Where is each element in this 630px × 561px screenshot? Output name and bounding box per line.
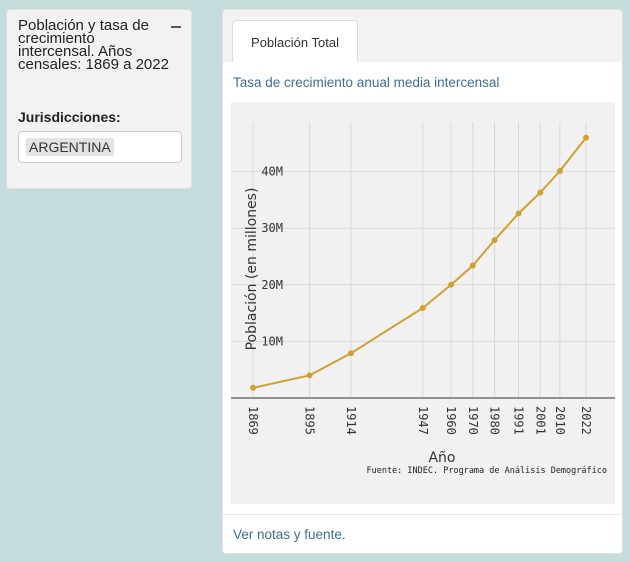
x-tick-label: 1980 xyxy=(488,406,502,435)
data-point xyxy=(556,168,563,175)
y-tick-label: 30M xyxy=(261,221,283,235)
x-tick-label: 1947 xyxy=(416,406,430,435)
data-point xyxy=(491,237,498,244)
main-panel: Población Total Tasa de crecimiento anua… xyxy=(222,9,623,554)
x-tick-label: 1960 xyxy=(444,406,458,435)
population-chart: 10M 20M 30M 40M 1869 1895 1914 1947 1960 1970 1980… xyxy=(231,122,615,476)
jurisdictions-select[interactable]: ARGENTINA xyxy=(18,131,182,163)
minus-icon[interactable] xyxy=(169,20,183,34)
tab-content: Tasa de crecimiento anual media intercen… xyxy=(223,62,622,514)
data-point xyxy=(537,189,544,196)
data-point xyxy=(515,210,522,217)
footer: Ver notas y fuente. xyxy=(223,514,622,553)
data-point xyxy=(583,134,589,141)
chart-subtitle: Tasa de crecimiento anual media intercen… xyxy=(233,75,500,90)
data-point xyxy=(250,384,256,391)
series-line xyxy=(252,137,587,389)
x-axis-title: Año xyxy=(428,450,455,466)
data-point xyxy=(419,305,426,312)
x-tick-label: 2010 xyxy=(553,406,567,435)
sidebar-panel: Población y tasa de crecimiento intercen… xyxy=(6,9,192,189)
data-point xyxy=(448,281,455,288)
jurisdiction-chip[interactable]: ARGENTINA xyxy=(26,138,114,156)
data-point xyxy=(469,262,476,269)
data-point xyxy=(306,372,313,379)
x-tick-label: 2001 xyxy=(533,406,547,435)
x-tick-label: 1895 xyxy=(303,406,317,435)
y-tick-label: 40M xyxy=(261,165,283,179)
x-tick-label: 1970 xyxy=(466,406,480,435)
tab-bar: Población Total xyxy=(223,10,622,63)
x-tick-label: 1914 xyxy=(344,406,358,435)
chart-area: 10M 20M 30M 40M 1869 1895 1914 1947 1960 1970 1980… xyxy=(231,102,615,504)
y-tick-label: 20M xyxy=(261,278,283,292)
source-note: Fuente: INDEC. Programa de Análisis Demo… xyxy=(366,466,607,476)
x-tick-label: 2022 xyxy=(579,406,593,435)
tab-poblacion-total[interactable]: Población Total xyxy=(232,20,358,63)
x-tick-label: 1869 xyxy=(246,406,260,435)
y-axis-title: Población (en millones) xyxy=(244,188,260,351)
sidebar-title: Población y tasa de crecimiento intercen… xyxy=(18,17,169,73)
data-point xyxy=(347,350,354,357)
x-tick-label: 1991 xyxy=(512,406,526,435)
jurisdictions-label: Jurisdicciones: xyxy=(18,109,121,125)
y-tick-label: 10M xyxy=(261,334,283,348)
notes-link[interactable]: Ver notas y fuente. xyxy=(233,527,346,542)
